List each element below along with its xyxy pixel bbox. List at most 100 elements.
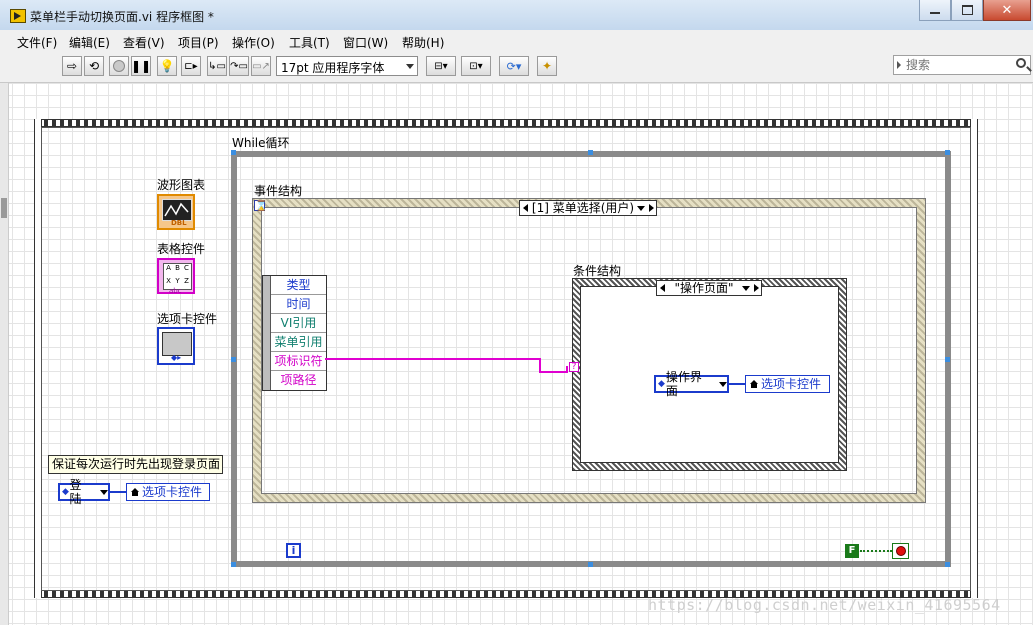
decrement-arrow[interactable] (657, 281, 667, 295)
operate-ui-enum-constant[interactable]: ◆ 操作界面 (654, 370, 729, 398)
vertical-scrollbar[interactable] (0, 83, 9, 625)
step-over-button[interactable]: ↷▭ (229, 56, 249, 76)
event-timeout-terminal[interactable]: ⌛ (254, 200, 268, 212)
abort-icon (113, 60, 125, 72)
while-handle[interactable] (945, 150, 950, 155)
search-icon[interactable] (1016, 58, 1026, 68)
tab-control-value-property[interactable]: 选项卡控件 (126, 483, 210, 501)
align-objects-button[interactable]: ⊟▾ (426, 56, 456, 76)
event-data-item-path[interactable]: 项路径 (271, 371, 326, 390)
property-node-label: 选项卡控件 (142, 485, 203, 499)
menu-operate[interactable]: 操作(O) (232, 34, 275, 51)
retain-wire-values-button[interactable]: ⊏▸ (181, 56, 201, 76)
iteration-terminal[interactable]: i (286, 543, 301, 558)
wire-item-tag (566, 366, 568, 373)
case-structure-label: 条件结构 (573, 264, 622, 278)
step-into-button[interactable]: ↳▭ (207, 56, 227, 76)
clean-up-icon: ✦ (541, 59, 553, 73)
menu-help[interactable]: 帮助(H) (402, 34, 444, 51)
lightbulb-icon: 💡 (159, 59, 175, 73)
menu-window[interactable]: 窗口(W) (343, 34, 388, 51)
while-handle[interactable] (588, 562, 593, 567)
while-handle[interactable] (231, 357, 236, 362)
distribute-objects-button[interactable]: ⊡▾ (461, 56, 491, 76)
wire-enum-to-property (110, 491, 126, 493)
clean-up-diagram-button[interactable]: ✦ (537, 56, 557, 76)
false-constant[interactable]: F (845, 544, 859, 558)
waveform-chart-terminal[interactable]: DBL (157, 194, 195, 230)
menu-bar: 文件(F) 编辑(E) 查看(V) 项目(P) 操作(O) 工具(T) 窗口(W… (0, 30, 1033, 53)
event-data-menu-ref[interactable]: 菜单引用 (271, 333, 326, 352)
case-value-label: "操作页面" (674, 281, 734, 295)
while-loop-label: While循环 (232, 136, 290, 150)
waveform-dbl-tag: DBL (171, 219, 187, 227)
event-data-item-tag[interactable]: 项标识符 (271, 352, 326, 371)
menu-project[interactable]: 项目(P) (178, 34, 219, 51)
pause-button[interactable]: ❚❚ (131, 56, 151, 76)
login-enum-value: 登陆 (69, 478, 82, 506)
event-case-selector[interactable]: [1] 菜单选择(用户) (519, 200, 657, 216)
waveform-chart-icon (162, 199, 192, 221)
event-data-time[interactable]: 时间 (271, 295, 326, 314)
reorder-icon: ⟳▾ (506, 59, 522, 73)
hourglass-icon: ⌛ (255, 201, 268, 212)
highlight-execution-button[interactable]: 💡 (157, 56, 177, 76)
font-select-value: 17pt 应用程序字体 (281, 61, 385, 75)
chevron-left-icon (659, 284, 665, 292)
case-selector-terminal[interactable]: ? (569, 362, 579, 372)
window-titlebar: 菜单栏手动切换页面.vi 程序框图 * ✕ (0, 0, 1033, 30)
while-handle[interactable] (588, 150, 593, 155)
increment-arrow[interactable] (751, 281, 761, 295)
table-control-terminal[interactable]: A B C X Y Z abc (157, 258, 195, 295)
while-handle[interactable] (945, 562, 950, 567)
close-button[interactable]: ✕ (983, 0, 1031, 21)
tab-control-value-property-inner[interactable]: 选项卡控件 (745, 375, 830, 393)
table-cell-z: Z (184, 276, 189, 285)
abort-button[interactable] (109, 56, 129, 76)
property-node-icon (750, 380, 758, 388)
align-icon: ⊟▾ (434, 60, 448, 72)
tab-control-terminal[interactable]: ◆▸ (157, 327, 195, 365)
toolbar: ⇨ ⟲ ❚❚ 💡 ⊏▸ ↳▭ ↷▭ ▭↗ 17pt 应用程序字体 ⊟▾ ⊡▾ ⟳… (0, 52, 1033, 83)
menu-view[interactable]: 查看(V) (123, 34, 165, 51)
event-data-type[interactable]: 类型 (271, 276, 326, 295)
flat-sequence-top-strip (34, 119, 978, 127)
while-handle[interactable] (231, 562, 236, 567)
case-value-selector[interactable]: "操作页面" (656, 280, 762, 296)
dropdown-arrow[interactable] (636, 201, 646, 215)
login-enum-constant[interactable]: ◆ 登陆 (58, 478, 110, 506)
step-out-icon: ▭↗ (252, 60, 270, 72)
while-handle[interactable] (945, 357, 950, 362)
menu-edit[interactable]: 编辑(E) (69, 34, 110, 51)
chevron-down-icon (742, 285, 750, 291)
font-select[interactable]: 17pt 应用程序字体 (276, 56, 418, 76)
search-input[interactable] (906, 57, 1010, 73)
pause-icon: ❚❚ (130, 59, 152, 73)
while-handle[interactable] (231, 150, 236, 155)
maximize-icon (961, 5, 973, 15)
run-button[interactable]: ⇨ (62, 56, 82, 76)
step-into-icon: ↳▭ (208, 60, 226, 72)
minimize-button[interactable] (919, 0, 951, 21)
menu-file[interactable]: 文件(F) (17, 34, 57, 51)
table-abc-tag: abc (169, 287, 182, 295)
maximize-button[interactable] (951, 0, 983, 21)
stop-condition-terminal[interactable] (892, 543, 909, 559)
menu-tools[interactable]: 工具(T) (289, 34, 330, 51)
window-controls: ✕ (919, 0, 1031, 21)
run-continuously-button[interactable]: ⟲ (84, 56, 104, 76)
decrement-arrow[interactable] (520, 201, 530, 215)
chevron-down-icon (719, 381, 727, 387)
step-out-button[interactable]: ▭↗ (251, 56, 271, 76)
reorder-button[interactable]: ⟳▾ (499, 56, 529, 76)
search-box[interactable] (893, 55, 1031, 75)
event-data-vi-ref[interactable]: VI引用 (271, 314, 326, 333)
dropdown-arrow[interactable] (741, 281, 751, 295)
waveform-graph-icon (164, 202, 189, 217)
increment-arrow[interactable] (646, 201, 656, 215)
event-data-node[interactable]: 类型 时间 VI引用 菜单引用 项标识符 项路径 (262, 275, 327, 391)
labview-vi-icon (10, 9, 26, 23)
table-grid-icon: A B C X Y Z (163, 263, 192, 290)
wire-item-tag (539, 371, 567, 373)
event-case-label: [1] 菜单选择(用户) (531, 201, 635, 215)
